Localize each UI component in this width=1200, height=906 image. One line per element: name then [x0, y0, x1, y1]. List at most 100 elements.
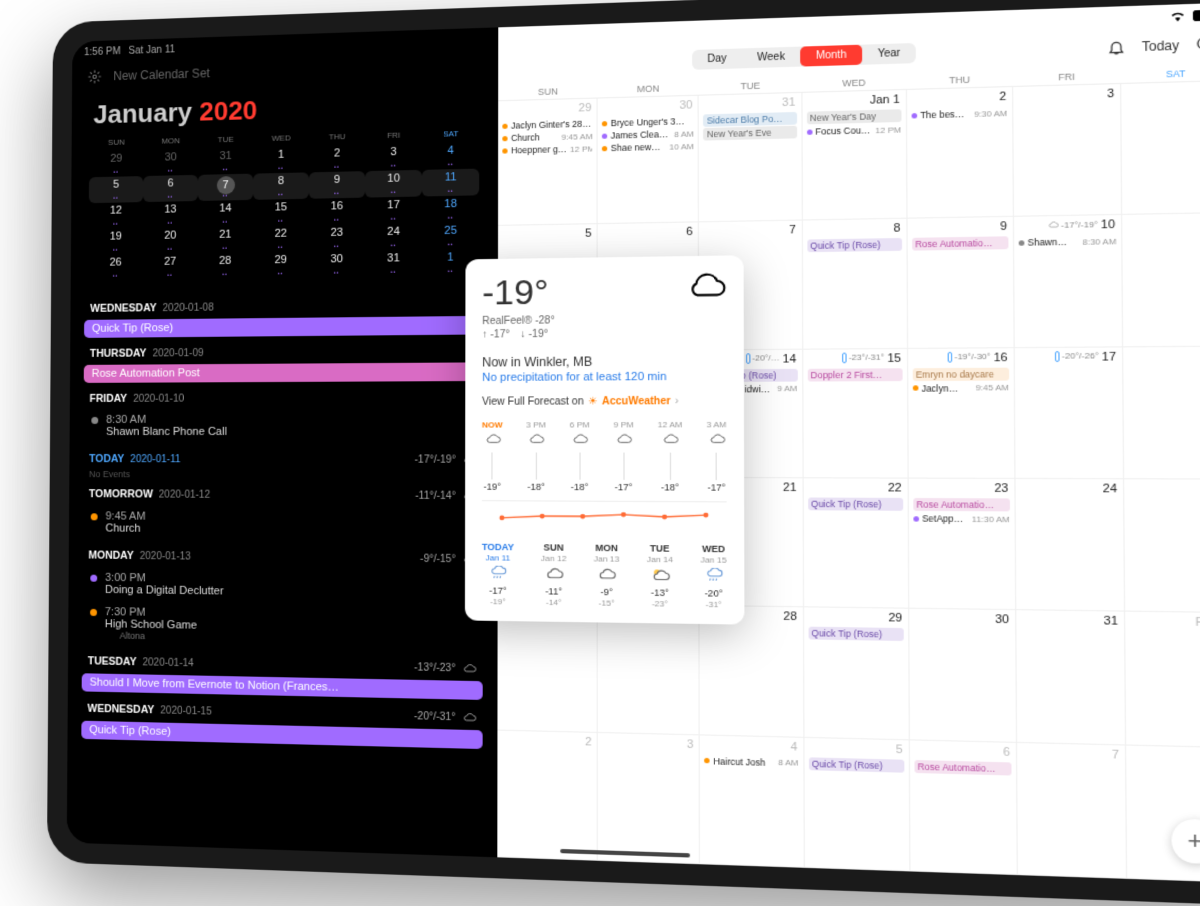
month-cell[interactable]: 17-20°/-26°	[1014, 347, 1124, 479]
month-cell[interactable]: 10-17°/-19°Shawn…8:30 AM	[1014, 215, 1123, 348]
month-cell[interactable]: 2	[498, 730, 599, 861]
mini-day[interactable]: 7••	[198, 174, 253, 201]
event-row[interactable]: SetApp…11:30 AM	[913, 512, 1010, 526]
mini-day[interactable]: 9••	[309, 171, 365, 199]
month-cell[interactable]: 7	[1017, 743, 1127, 879]
event-block[interactable]: Rose Automatio…	[914, 760, 1011, 776]
mini-day[interactable]: 19••	[89, 228, 143, 255]
mini-day[interactable]: 3••	[365, 143, 422, 171]
month-cell[interactable]: 8Quick Tip (Rose)	[802, 219, 907, 349]
seg-week[interactable]: Week	[742, 47, 801, 69]
agenda-event[interactable]: 9:45 AMChurch	[83, 506, 483, 541]
month-cell[interactable]: 29Quick Tip (Rose)	[804, 608, 910, 740]
event-row[interactable]: Hoeppner g…12 PM	[503, 142, 593, 157]
month-cell[interactable]: 4	[1121, 81, 1200, 215]
event-row[interactable]: The bes…9:30 AM	[911, 106, 1007, 121]
mini-day[interactable]: 6••	[143, 175, 198, 202]
month-cell[interactable]: 5Quick Tip (Rose)	[804, 738, 910, 872]
mini-day[interactable]: 30••	[309, 251, 365, 278]
event-block[interactable]: New Year's Day	[806, 109, 901, 124]
event-block[interactable]: Rose Automatio…	[913, 498, 1010, 511]
mini-day[interactable]: 13••	[143, 201, 198, 228]
month-cell[interactable]: 2The bes…9:30 AM	[907, 87, 1014, 219]
month-cell[interactable]: 3	[598, 733, 700, 865]
event-row[interactable]: Shae new…10 AM	[602, 140, 694, 155]
event-block[interactable]: Emryn no daycare	[912, 367, 1009, 380]
mini-day[interactable]: 2••	[309, 145, 365, 173]
mini-day[interactable]: 16••	[309, 198, 365, 226]
mini-day[interactable]: 10••	[365, 170, 422, 198]
event-block[interactable]: New Year's Eve	[703, 126, 796, 141]
search-icon[interactable]	[1195, 35, 1200, 53]
month-cell[interactable]: 30	[909, 609, 1017, 742]
bell-icon[interactable]	[1107, 38, 1126, 56]
mini-day[interactable]: 29••	[253, 252, 309, 279]
mini-day[interactable]: 28••	[197, 252, 252, 279]
month-cell[interactable]: 28	[700, 606, 804, 737]
event-block[interactable]: Quick Tip (Rose)	[808, 757, 904, 772]
event-block[interactable]: Quick Tip (Rose)	[807, 238, 902, 252]
mini-day[interactable]: 17••	[365, 196, 422, 224]
month-cell[interactable]: 26	[498, 604, 598, 733]
accuweather-link[interactable]: View Full Forecast on ☀ AccuWeather ›	[482, 396, 726, 408]
month-cell[interactable]: 4Haircut Josh8 AM	[700, 735, 804, 868]
month-cell[interactable]: 29Jaclyn Ginter's 28…Church9:45 AMHoeppn…	[498, 99, 598, 227]
month-cell[interactable]: 31	[1016, 611, 1126, 746]
mini-day[interactable]: 8••	[253, 172, 309, 199]
mini-day[interactable]: 31••	[198, 147, 253, 174]
agenda-event-pill[interactable]: Quick Tip (Rose)	[84, 316, 483, 338]
month-cell[interactable]: 6Rose Automatio…	[909, 740, 1017, 875]
month-cell[interactable]: 22Quick Tip (Rose)	[803, 478, 909, 609]
month-cell[interactable]: 31Sidecar Blog Po…New Year's Eve	[699, 93, 802, 223]
gear-icon[interactable]	[88, 70, 102, 84]
mini-day[interactable]: 18••	[422, 195, 479, 223]
mini-day[interactable]: 25••	[422, 222, 479, 250]
mini-day[interactable]: 26••	[88, 254, 142, 281]
month-cell[interactable]: 27	[598, 605, 700, 735]
month-cell[interactable]: 24	[1015, 479, 1125, 612]
agenda-event[interactable]: 3:00 PMDoing a Digital Declutter	[82, 568, 483, 606]
today-button[interactable]: Today	[1142, 37, 1179, 53]
mini-day[interactable]: 22••	[253, 225, 309, 252]
month-cell[interactable]: Jan 1New Year's DayFocus Cou…12 PM	[802, 90, 907, 221]
agenda-event[interactable]: 7:30 PMHigh School GameAltona	[82, 602, 483, 651]
event-block[interactable]: Sidecar Blog Po…	[703, 112, 796, 127]
event-block[interactable]: Doppler 2 First…	[807, 368, 902, 381]
event-block[interactable]: Rose Automatio…	[912, 237, 1008, 251]
month-cell[interactable]: 3	[1013, 84, 1122, 217]
month-cell[interactable]: Feb 1	[1125, 612, 1200, 748]
month-cell[interactable]: 25	[1124, 479, 1200, 613]
mini-day[interactable]: 15••	[253, 199, 309, 226]
event-block[interactable]: Quick Tip (Rose)	[808, 497, 903, 510]
mini-day[interactable]: 12••	[89, 202, 143, 229]
mini-day[interactable]: 29••	[89, 150, 143, 177]
month-cell[interactable]: 11	[1122, 213, 1200, 347]
event-row[interactable]: Focus Cou…12 PM	[806, 123, 901, 138]
mini-day[interactable]: 21••	[198, 226, 253, 253]
seg-month[interactable]: Month	[800, 45, 862, 67]
mini-day[interactable]: 20••	[143, 227, 198, 254]
month-cell[interactable]: 23Rose Automatio…SetApp…11:30 AM	[908, 479, 1016, 611]
event-block[interactable]: Quick Tip (Rose)	[808, 627, 903, 641]
agenda-event[interactable]: 8:30 AMShawn Blanc Phone Call	[83, 409, 483, 442]
month-cell[interactable]: 16-19°/-30°Emryn no daycareJaclyn…9:45 A…	[908, 348, 1016, 479]
mini-day[interactable]: 24••	[365, 223, 422, 251]
month-cell[interactable]: 18	[1123, 346, 1200, 479]
seg-day[interactable]: Day	[692, 48, 742, 69]
seg-year[interactable]: Year	[862, 43, 916, 65]
mini-day[interactable]: 4••	[422, 142, 479, 170]
mini-calendar[interactable]: SUNMONTUEWEDTHUFRISAT 29••30••31••1••2••…	[71, 124, 499, 291]
month-cell[interactable]: 15-23°/-31°Doppler 2 First…	[803, 349, 909, 479]
mini-day[interactable]: 27••	[143, 253, 198, 280]
event-row[interactable]: Shawn…8:30 AM	[1018, 235, 1116, 249]
month-cell[interactable]: 30Bryce Unger's 3…James Clea…8 AMShae ne…	[598, 96, 699, 225]
mini-day[interactable]: 14••	[198, 200, 253, 227]
mini-day[interactable]: 1••	[253, 146, 309, 174]
mini-day[interactable]: 23••	[309, 224, 365, 251]
event-row[interactable]: Jaclyn…9:45 AM	[912, 381, 1009, 394]
mini-day[interactable]: 11••	[422, 169, 479, 197]
mini-day[interactable]: 5••	[89, 176, 143, 203]
agenda-event-pill[interactable]: Rose Automation Post	[84, 362, 484, 383]
month-cell[interactable]: 9Rose Automatio…	[907, 217, 1014, 348]
new-calendar-set-button[interactable]: New Calendar Set	[113, 66, 210, 83]
